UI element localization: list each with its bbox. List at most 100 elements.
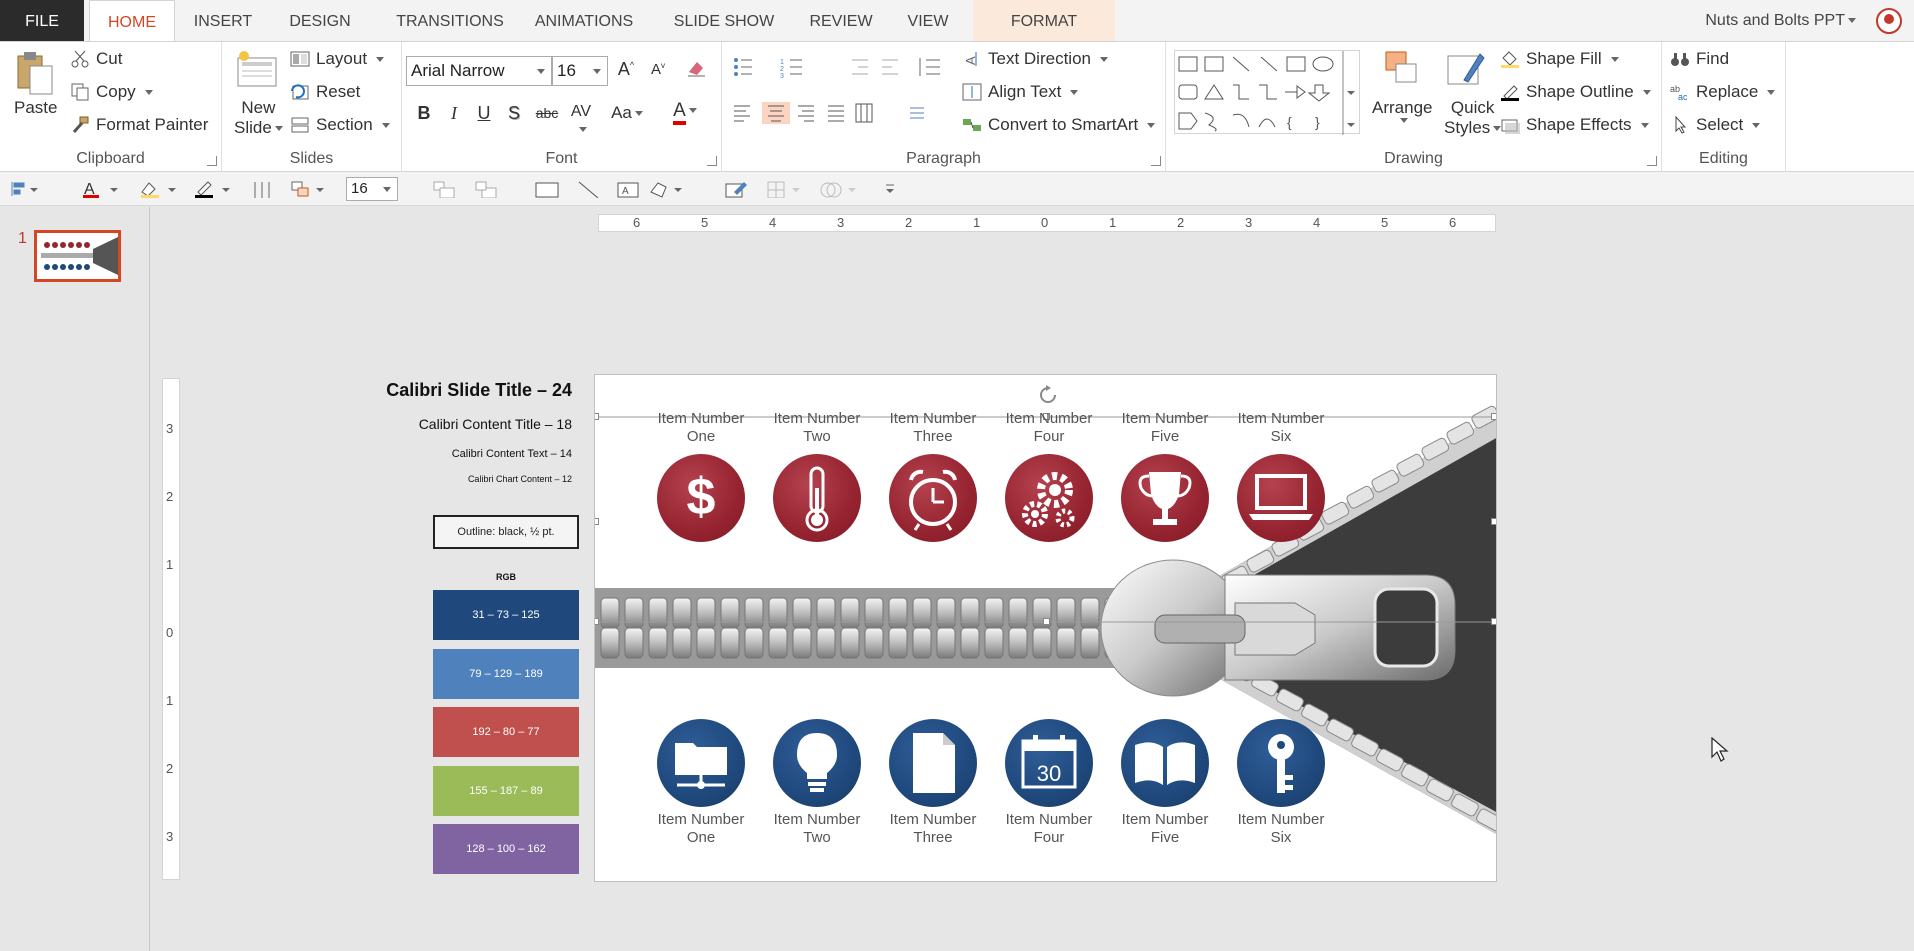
quick-styles-icon[interactable]	[1446, 50, 1486, 95]
new-slide-icon[interactable]	[236, 50, 278, 95]
tab-insert[interactable]: INSERT	[180, 0, 266, 41]
font-group-label: Font	[545, 150, 578, 167]
arrange-button[interactable]: Arrange	[1372, 98, 1432, 123]
quick-styles-button[interactable]: Quick Styles	[1444, 98, 1502, 138]
tab-file[interactable]: FILE	[0, 0, 84, 41]
paste-icon[interactable]	[14, 50, 54, 101]
tab-review[interactable]: REVIEW	[803, 0, 879, 41]
avatar[interactable]	[1876, 8, 1902, 34]
tab-transitions[interactable]: TRANSITIONS	[375, 0, 525, 41]
selection-handle-top-right[interactable]	[1491, 413, 1496, 420]
character-spacing-button[interactable]: AV	[566, 103, 596, 139]
rectangle-shape-icon[interactable]	[534, 180, 560, 198]
font-color-icon[interactable]: A	[82, 180, 122, 198]
tab-home[interactable]: HOME	[89, 0, 175, 42]
change-case-button[interactable]: Aa	[610, 103, 644, 123]
selection-handle-bottom-mid[interactable]	[1043, 618, 1050, 625]
align-objects-icon[interactable]	[10, 180, 38, 198]
cut-button[interactable]: Cut	[70, 49, 122, 69]
format-painter-button[interactable]: Format Painter	[70, 115, 208, 135]
tab-slide-show[interactable]: SLIDE SHOW	[665, 0, 783, 41]
vertical-ruler[interactable]: 3 2 1 0 1 2 3	[162, 378, 180, 880]
font-color-button[interactable]: A	[668, 100, 702, 125]
align-text-button[interactable]: Align Text	[962, 82, 1079, 102]
clipboard-launcher-icon[interactable]	[207, 156, 217, 166]
edit-shape-icon[interactable]	[648, 180, 688, 198]
convert-smartart-button[interactable]: Convert to SmartArt	[962, 115, 1156, 135]
key-icon[interactable]	[1237, 719, 1325, 807]
font-size-select[interactable]: 16	[552, 56, 608, 86]
shape-fill-button[interactable]: Shape Fill	[1500, 49, 1619, 69]
distribute-icon[interactable]	[252, 180, 274, 198]
text-box-icon[interactable]: A	[616, 180, 642, 198]
section-button[interactable]: Section	[290, 115, 390, 135]
book-icon[interactable]	[1121, 719, 1209, 807]
shape-outline-button[interactable]: Shape Outline	[1500, 82, 1651, 102]
lightbulb-icon[interactable]	[773, 719, 861, 807]
selection-handle-bottom-left[interactable]	[595, 618, 599, 625]
reset-button[interactable]: Reset	[290, 82, 360, 102]
copy-button[interactable]: Copy	[70, 82, 153, 102]
gears-icon[interactable]	[1005, 454, 1093, 542]
copy-dropdown-icon[interactable]	[144, 89, 153, 95]
clear-formatting-icon[interactable]	[684, 58, 708, 83]
drawing-launcher-icon[interactable]	[1647, 156, 1657, 166]
text-direction-button[interactable]: A Text Direction	[962, 49, 1108, 69]
merge-shapes-icon[interactable]	[820, 180, 860, 198]
slide-thumbnail[interactable]	[34, 230, 121, 282]
text-shadow-button[interactable]: S	[502, 103, 526, 124]
trophy-icon[interactable]	[1121, 454, 1209, 542]
bold-button[interactable]: B	[412, 103, 436, 124]
paragraph-launcher-icon[interactable]	[1151, 156, 1161, 166]
font-name-select[interactable]: Arial Narrow	[406, 56, 552, 86]
shapes-gallery[interactable]: {}	[1174, 50, 1360, 135]
tab-animations[interactable]: ANIMATIONS	[528, 0, 640, 41]
slide-canvas[interactable]: Item Number One $ Item Number Two Item Number…	[594, 374, 1497, 882]
new-slide-label-1: New	[241, 98, 276, 117]
laptop-icon[interactable]	[1237, 454, 1325, 542]
select-button[interactable]: Select	[1670, 115, 1761, 135]
strikethrough-button[interactable]: abc	[532, 105, 562, 121]
grow-font-button[interactable]: A^	[614, 59, 638, 80]
alignment-buttons-icon[interactable]	[732, 102, 952, 124]
shape-effects-button[interactable]: Shape Effects	[1500, 115, 1649, 135]
quick-font-size-select[interactable]: 16	[346, 177, 398, 201]
arrange-icon[interactable]	[1382, 50, 1422, 93]
horizontal-ruler[interactable]: 6 5 4 3 2 1 0 1 2 3 4 5 6	[598, 214, 1496, 232]
paste-button[interactable]: Paste	[14, 98, 57, 118]
list-buttons-icon[interactable]: 123	[732, 56, 952, 78]
send-backward-icon[interactable]	[474, 180, 500, 198]
tab-view[interactable]: VIEW	[899, 0, 957, 41]
selection-handle-top-left[interactable]	[595, 413, 599, 420]
bring-forward-icon[interactable]	[432, 180, 458, 198]
new-slide-button[interactable]: New Slide	[234, 98, 283, 138]
line-shape-icon[interactable]	[576, 180, 602, 198]
format-shape-icon[interactable]	[724, 180, 750, 198]
group-objects-icon[interactable]	[290, 180, 330, 198]
account-name[interactable]: Nuts and Bolts PPT	[1705, 0, 1856, 42]
tab-design[interactable]: DESIGN	[272, 0, 368, 41]
rotate-handle-icon[interactable]	[1036, 383, 1060, 407]
highlight-color-icon[interactable]	[140, 180, 180, 198]
align-text-icon	[962, 83, 982, 101]
document-icon[interactable]	[889, 719, 977, 807]
calendar-icon[interactable]: 30	[1005, 719, 1093, 807]
underline-button[interactable]: U	[472, 103, 496, 124]
shrink-font-button[interactable]: Av	[646, 61, 670, 78]
italic-button[interactable]: I	[442, 103, 466, 124]
folder-network-icon[interactable]	[657, 719, 745, 807]
font-launcher-icon[interactable]	[707, 156, 717, 166]
selection-handle-mid-right[interactable]	[1491, 518, 1496, 525]
tab-format[interactable]: FORMAT	[973, 0, 1115, 41]
selection-handle-mid-left[interactable]	[595, 518, 599, 525]
replace-button[interactable]: ab ac Replace	[1670, 82, 1776, 102]
alarm-clock-icon[interactable]	[889, 454, 977, 542]
thermometer-icon[interactable]	[773, 454, 861, 542]
table-icon[interactable]	[766, 180, 806, 198]
outline-color-icon[interactable]	[194, 180, 234, 198]
dollar-icon[interactable]: $	[657, 454, 745, 542]
layout-button[interactable]: Layout	[290, 49, 385, 69]
selection-handle-bottom-right[interactable]	[1491, 618, 1496, 625]
find-button[interactable]: Find	[1670, 49, 1729, 69]
customize-toolbar-icon[interactable]	[884, 180, 896, 198]
